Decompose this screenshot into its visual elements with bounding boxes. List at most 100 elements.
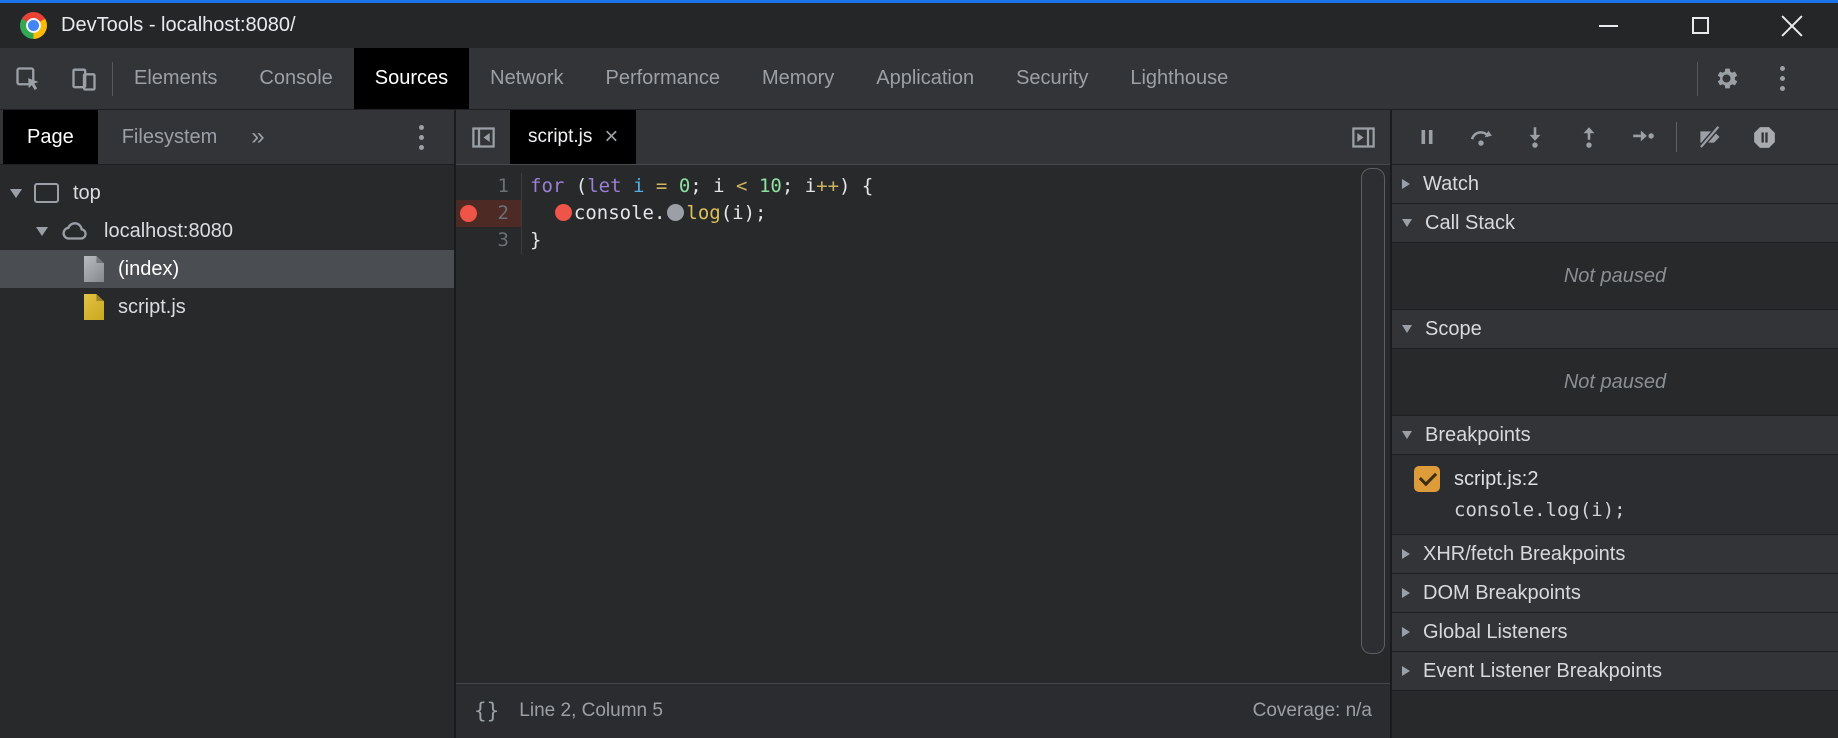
cloud-icon xyxy=(60,219,90,243)
code-token xyxy=(667,175,678,197)
not-paused-message: Not paused xyxy=(1392,349,1838,415)
step-over-button[interactable] xyxy=(1459,116,1503,158)
editor-tab-scriptjs[interactable]: script.js × xyxy=(510,110,636,164)
tab-filesystem[interactable]: Filesystem xyxy=(98,110,242,164)
expand-arrow-icon xyxy=(1402,325,1412,333)
line-number-gutter[interactable]: 3 xyxy=(456,227,522,254)
collapse-arrow-icon xyxy=(1402,588,1410,598)
code-editor[interactable]: 1 for (let i = 0; i < 10; i++) { 2 conso… xyxy=(456,165,1390,683)
navigator-panel: Page Filesystem » top xyxy=(0,110,456,738)
section-label: Scope xyxy=(1425,318,1482,341)
breakpoint-marker-icon[interactable] xyxy=(460,205,477,222)
inline-breakpoint-candidate[interactable] xyxy=(667,204,684,221)
pause-script-button[interactable] xyxy=(1405,116,1449,158)
code-line-3: } xyxy=(522,227,541,254)
tab-memory[interactable]: Memory xyxy=(741,48,855,109)
tree-item-localhost[interactable]: localhost:8080 xyxy=(0,212,454,250)
section-call-stack[interactable]: Call Stack xyxy=(1392,204,1838,243)
section-breakpoints[interactable]: Breakpoints xyxy=(1392,416,1838,455)
collapse-arrow-icon xyxy=(1402,179,1410,189)
maximize-button[interactable] xyxy=(1654,3,1746,48)
code-token xyxy=(622,175,633,197)
code-token: (i); xyxy=(721,202,767,224)
step-into-button[interactable] xyxy=(1513,116,1557,158)
code-row-2: 2 console.log(i); xyxy=(456,200,1390,227)
section-scope[interactable]: Scope xyxy=(1392,310,1838,349)
section-watch[interactable]: Watch xyxy=(1392,165,1838,204)
breakpoint-entry[interactable]: script.js:2 console.log(i); xyxy=(1392,455,1838,534)
expand-arrow-icon[interactable] xyxy=(36,227,48,236)
tab-lighthouse[interactable]: Lighthouse xyxy=(1109,48,1249,109)
close-button[interactable] xyxy=(1746,3,1838,48)
code-token: ; i xyxy=(690,175,736,197)
pretty-print-button[interactable]: {} xyxy=(474,699,499,723)
tree-item-top[interactable]: top xyxy=(0,174,454,212)
tab-security[interactable]: Security xyxy=(995,48,1109,109)
navigator-tabbar: Page Filesystem » xyxy=(0,110,454,165)
gear-icon xyxy=(1713,65,1740,92)
tree-item-label: script.js xyxy=(118,296,186,319)
device-toolbar-button[interactable] xyxy=(56,48,112,109)
settings-button[interactable] xyxy=(1698,48,1754,109)
inspect-element-button[interactable] xyxy=(0,48,56,109)
expand-arrow-icon[interactable] xyxy=(10,189,22,198)
step-over-icon xyxy=(1468,124,1494,150)
call-stack-content: Not paused xyxy=(1392,243,1838,310)
section-event-listener-breakpoints[interactable]: Event Listener Breakpoints xyxy=(1392,652,1838,691)
hide-navigator-button[interactable] xyxy=(456,110,510,164)
deactivate-breakpoints-button[interactable] xyxy=(1688,116,1732,158)
hide-debugger-button[interactable] xyxy=(1336,110,1390,164)
step-button[interactable] xyxy=(1621,116,1665,158)
file-icon xyxy=(84,256,104,282)
frame-icon xyxy=(34,183,59,203)
pause-icon xyxy=(1415,125,1439,149)
minimize-icon xyxy=(1599,25,1618,27)
pause-on-exceptions-button[interactable] xyxy=(1742,116,1786,158)
section-xhr-breakpoints[interactable]: XHR/fetch Breakpoints xyxy=(1392,535,1838,574)
debugger-panel: Watch Call Stack Not paused Scope Not pa… xyxy=(1390,110,1838,738)
devtools-toolbar: Elements Console Sources Network Perform… xyxy=(0,48,1838,110)
window-title: DevTools - localhost:8080/ xyxy=(61,14,296,37)
breakpoint-location: script.js:2 xyxy=(1454,468,1538,491)
code-token: ++ xyxy=(816,175,839,197)
close-tab-icon[interactable]: × xyxy=(604,125,618,149)
line-number-gutter[interactable]: 1 xyxy=(456,173,522,200)
code-token: < xyxy=(736,175,747,197)
navigator-menu-button[interactable] xyxy=(419,110,424,164)
section-global-listeners[interactable]: Global Listeners xyxy=(1392,613,1838,652)
tree-item-index[interactable]: (index) xyxy=(0,250,454,288)
expand-arrow-icon xyxy=(1402,431,1412,439)
maximize-icon xyxy=(1692,17,1709,34)
deactivate-breakpoints-icon xyxy=(1697,124,1724,151)
section-label: XHR/fetch Breakpoints xyxy=(1423,543,1625,566)
more-tabs-icon[interactable]: » xyxy=(241,110,274,164)
debugger-toolbar xyxy=(1392,110,1838,165)
section-label: Event Listener Breakpoints xyxy=(1423,660,1662,683)
tree-item-scriptjs[interactable]: script.js xyxy=(0,288,454,326)
file-js-icon xyxy=(84,294,104,320)
tab-network[interactable]: Network xyxy=(469,48,584,109)
section-label: Watch xyxy=(1423,173,1479,196)
editor-panel: script.js × 1 for (let i = 0; i < 10; i+… xyxy=(456,110,1390,738)
section-label: Call Stack xyxy=(1425,212,1515,235)
breakpoint-checkbox[interactable] xyxy=(1414,466,1440,492)
tab-elements[interactable]: Elements xyxy=(113,48,238,109)
section-dom-breakpoints[interactable]: DOM Breakpoints xyxy=(1392,574,1838,613)
tab-performance[interactable]: Performance xyxy=(585,48,742,109)
code-token: ) { xyxy=(839,175,873,197)
tab-sources[interactable]: Sources xyxy=(354,48,469,109)
file-tree: top localhost:8080 (index) xyxy=(0,165,454,326)
code-token: 10 xyxy=(759,175,782,197)
tab-page[interactable]: Page xyxy=(3,110,98,164)
inspect-cursor-icon xyxy=(14,65,42,93)
minimize-button[interactable] xyxy=(1562,3,1654,48)
step-out-button[interactable] xyxy=(1567,116,1611,158)
editor-scrollbar[interactable] xyxy=(1361,168,1385,654)
tab-console[interactable]: Console xyxy=(238,48,353,109)
inline-breakpoint-marker[interactable] xyxy=(555,204,572,221)
tab-application[interactable]: Application xyxy=(855,48,995,109)
more-options-button[interactable] xyxy=(1754,48,1810,109)
line-number-gutter-breakpoint[interactable]: 2 xyxy=(456,200,522,227)
pause-on-exceptions-icon xyxy=(1751,124,1778,151)
line-number: 3 xyxy=(498,229,509,251)
